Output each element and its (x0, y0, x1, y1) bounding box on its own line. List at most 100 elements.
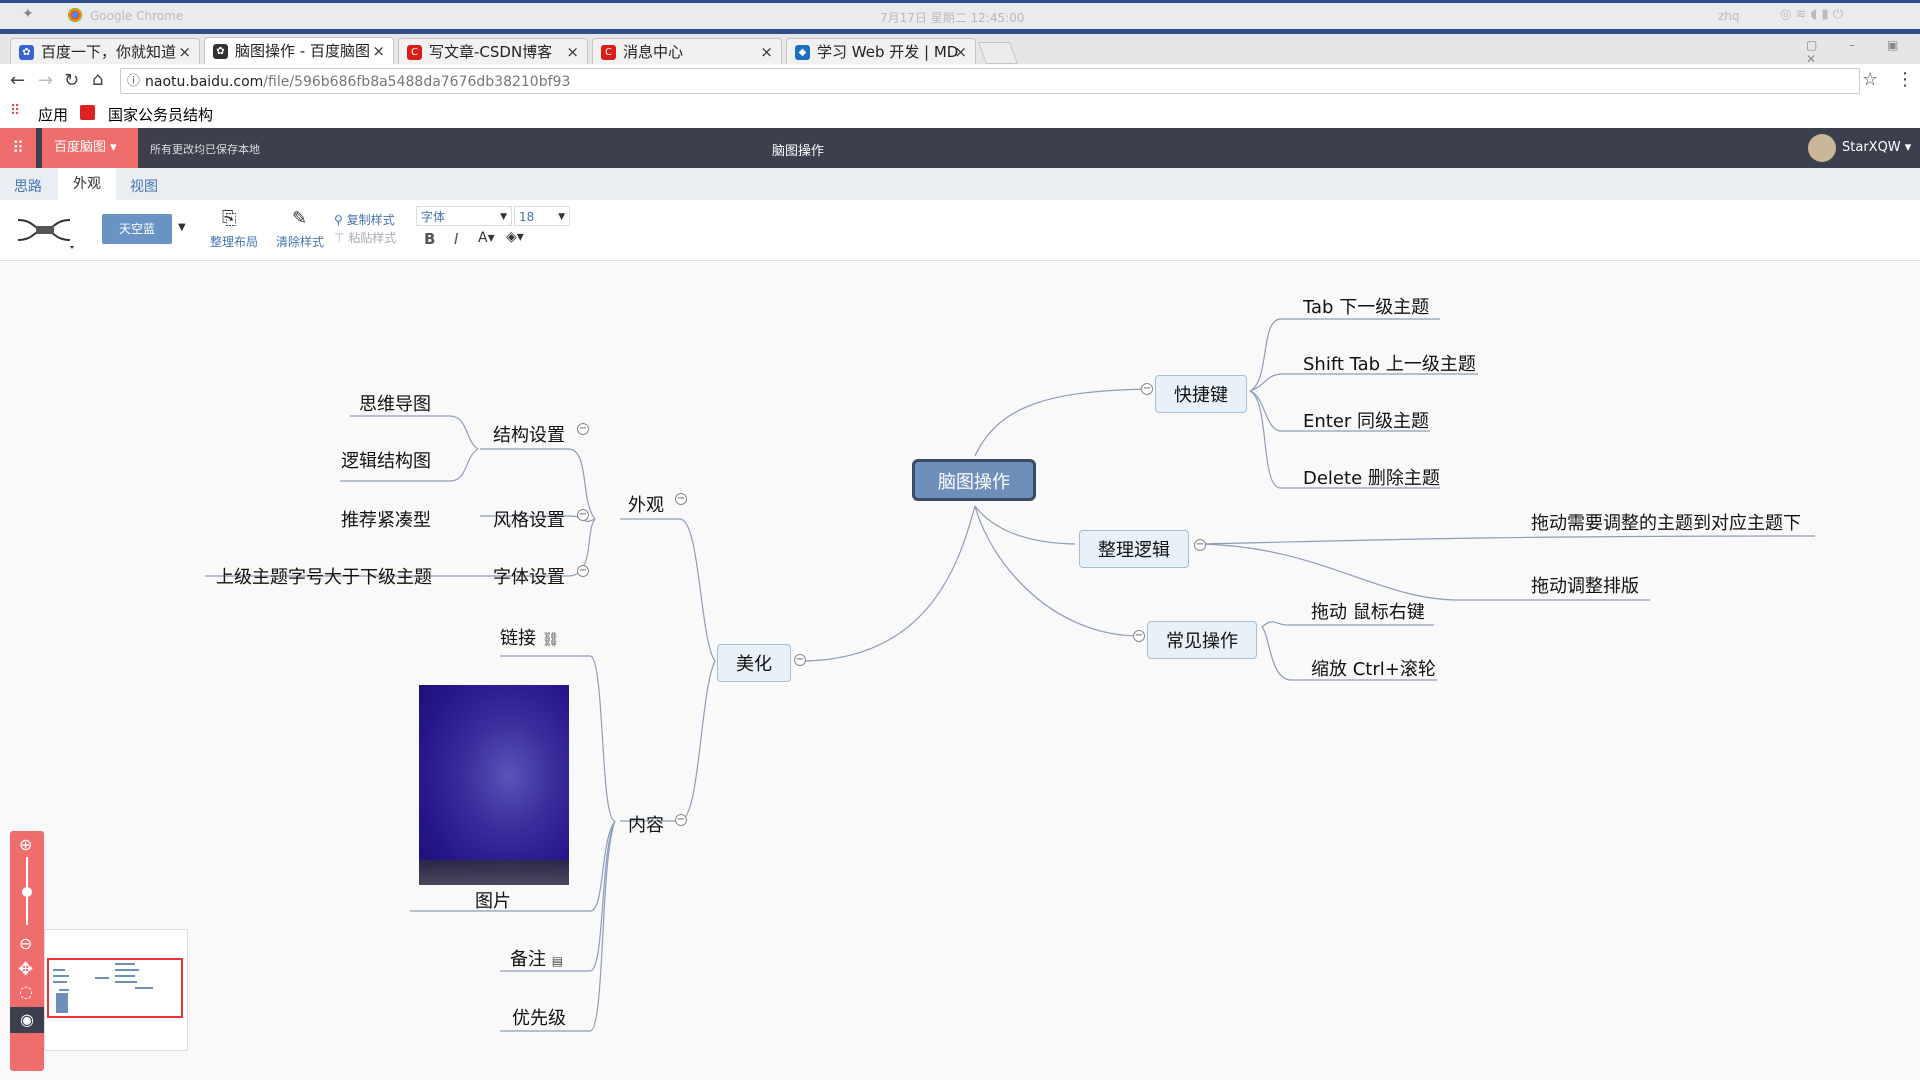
eye-icon[interactable]: ◉ (10, 1007, 44, 1033)
topic-beautify[interactable]: 美化 (717, 644, 791, 682)
back-icon[interactable]: ← (10, 70, 25, 91)
content-note[interactable]: 备注 ▤ (510, 945, 563, 971)
clear-style-button[interactable]: 清除样式 (276, 233, 324, 250)
reload-icon[interactable]: ↻ (64, 70, 79, 91)
minimap[interactable] (44, 929, 188, 1051)
bookmark-item[interactable]: 国家公务员结构 (108, 104, 213, 125)
apps-grid-icon[interactable]: ⠿ (0, 128, 36, 168)
collapse-icon[interactable]: − (577, 509, 589, 521)
root-topic[interactable]: 脑图操作 (912, 459, 1036, 501)
topic-style[interactable]: 风格设置 (493, 506, 565, 532)
topic-content[interactable]: 内容 (628, 811, 664, 837)
zoom-in-icon[interactable]: ⊕ (19, 835, 32, 854)
tab-idea[interactable]: 思路 (14, 176, 42, 196)
collapse-icon[interactable]: − (675, 493, 687, 505)
bookmark-apps[interactable]: 应用 (38, 104, 68, 125)
tab-mdn[interactable]: ◆ 学习 Web 开发 | MD × (786, 38, 976, 64)
starry-sky-image[interactable] (419, 685, 569, 885)
document-title[interactable]: 脑图操作 (772, 140, 824, 159)
brand-menu-button[interactable]: 百度脑图 ▾ (42, 128, 138, 168)
zoom-out-icon[interactable]: ⊖ (19, 934, 32, 953)
minimap-viewport[interactable] (47, 958, 183, 1018)
collapse-icon[interactable]: − (577, 423, 589, 435)
move-icon[interactable]: ✥ (18, 959, 33, 980)
zoom-slider-handle[interactable] (22, 887, 32, 897)
user-menu[interactable]: StarXQW ▾ (1842, 140, 1911, 155)
collapse-icon[interactable]: − (675, 814, 687, 826)
fontset-item[interactable]: 上级主题字号大于下级主题 (216, 563, 432, 589)
window-controls[interactable]: ▢ – ▣ ✕ (1806, 38, 1920, 66)
close-icon[interactable]: × (954, 39, 967, 64)
home-icon[interactable]: ⌂ (92, 69, 103, 90)
toolbar: 天空蓝 ▼ ⎘ 整理布局 ✎ 清除样式 ⚲ 复制样式 ⊤ 粘贴样式 字体 ▼ 18… (0, 200, 1920, 261)
bold-button[interactable]: B (424, 230, 435, 248)
theme-button[interactable]: 天空蓝 (102, 214, 172, 244)
topic-appearance[interactable]: 外观 (628, 491, 664, 517)
tab-baidu[interactable]: ✿ 百度一下，你就知道 × (10, 38, 200, 64)
csdn-icon: C (601, 45, 616, 60)
close-icon[interactable]: × (178, 39, 191, 64)
collapse-icon[interactable]: − (1141, 383, 1153, 395)
common-drag[interactable]: 拖动 鼠标右键 (1311, 598, 1425, 624)
arrange-icon[interactable]: ⎘ (222, 208, 236, 229)
tab-view[interactable]: 视图 (130, 176, 158, 196)
shortcut-delete[interactable]: Delete 删除主题 (1303, 464, 1440, 490)
shortcut-tab[interactable]: Tab 下一级主题 (1303, 293, 1429, 319)
tab-csdn-write[interactable]: C 写文章-CSDN博客 × (398, 38, 588, 64)
structure-logic[interactable]: 逻辑结构图 (341, 447, 431, 473)
topic-structure[interactable]: 结构设置 (493, 421, 565, 447)
style-compact[interactable]: 推荐紧凑型 (341, 506, 431, 532)
shortcut-enter[interactable]: Enter 同级主题 (1303, 407, 1429, 433)
mindmap-canvas[interactable]: 脑图操作 快捷键 − Tab 下一级主题 Shift Tab 上一级主题 Ent… (0, 261, 1920, 1080)
template-icon[interactable] (14, 210, 76, 250)
collapse-icon[interactable]: − (577, 565, 589, 577)
content-image[interactable]: 图片 (475, 887, 511, 913)
close-icon[interactable]: × (760, 39, 773, 64)
shortcut-shift-tab[interactable]: Shift Tab 上一级主题 (1303, 350, 1476, 376)
tab-appearance[interactable]: 外观 (58, 168, 116, 200)
forward-icon[interactable]: → (38, 70, 53, 91)
fill-color-icon[interactable]: ◈▾ (506, 229, 524, 245)
collapse-icon[interactable]: − (1133, 630, 1145, 642)
font-color-label: A (478, 230, 488, 246)
topic-shortcuts[interactable]: 快捷键 (1155, 375, 1247, 413)
paste-style-button[interactable]: ⊤ 粘贴样式 (334, 229, 396, 246)
close-icon[interactable]: × (372, 38, 385, 64)
tab-naotu[interactable]: ✿ 脑图操作 - 百度脑图 × (204, 37, 394, 65)
size-value: 18 (519, 210, 535, 224)
copy-style-button[interactable]: ⚲ 复制样式 (334, 211, 395, 228)
collapse-icon[interactable]: − (1194, 539, 1206, 551)
avatar[interactable] (1808, 134, 1836, 162)
topic-font-settings[interactable]: 字体设置 (493, 563, 565, 589)
collapse-icon[interactable]: − (794, 654, 806, 666)
url-input[interactable]: ⓘ naotu.baidu.com/file/596b686fb8a5488da… (120, 68, 1860, 94)
locate-icon[interactable]: ◌ (19, 982, 33, 1001)
new-tab-button[interactable] (977, 42, 1019, 64)
content-link[interactable]: 链接 ⛓ (500, 624, 560, 650)
logic-drag-layout[interactable]: 拖动调整排版 (1531, 572, 1639, 598)
common-zoom[interactable]: 缩放 Ctrl+滚轮 (1311, 655, 1436, 681)
font-size-select[interactable]: 18 ▼ (514, 206, 570, 226)
tab-messages[interactable]: C 消息中心 × (592, 38, 782, 64)
os-user[interactable]: zhq (1718, 9, 1740, 23)
brush-icon[interactable]: ✎ (292, 208, 307, 229)
arrange-button[interactable]: 整理布局 (210, 233, 258, 250)
topic-common-ops[interactable]: 常见操作 (1147, 621, 1257, 659)
star-icon[interactable]: ☆ (1862, 69, 1878, 90)
font-color-button[interactable]: A▾ (478, 230, 495, 246)
italic-button[interactable]: I (454, 230, 458, 248)
close-icon[interactable]: × (566, 39, 579, 64)
os-app-name[interactable]: Google Chrome (90, 9, 183, 23)
menu-icon[interactable]: ⋮ (1896, 69, 1914, 90)
content-priority[interactable]: 优先级 (512, 1004, 566, 1030)
logic-drag-topic[interactable]: 拖动需要调整的主题到对应主题下 (1531, 509, 1801, 535)
baidu-paw-icon: ✿ (19, 45, 34, 60)
topic-logic[interactable]: 整理逻辑 (1079, 530, 1189, 568)
status-icons: ◎ ≋ ◖ ▮ ⏻ (1780, 7, 1844, 22)
chevron-down-icon[interactable]: ▼ (178, 222, 186, 233)
info-icon[interactable]: ⓘ (127, 69, 140, 95)
system-menu-icon[interactable]: ✦ (22, 6, 34, 22)
font-family-select[interactable]: 字体 ▼ (416, 206, 512, 226)
structure-mindmap[interactable]: 思维导图 (359, 390, 431, 416)
os-clock[interactable]: 7月17日 星期二 12:45:00 (880, 9, 1024, 26)
